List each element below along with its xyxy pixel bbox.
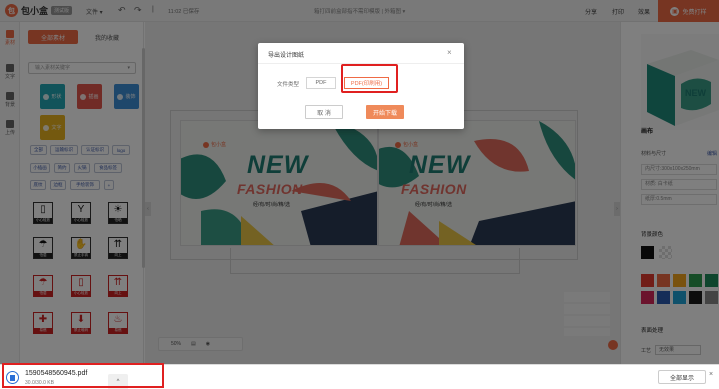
highlight-annotation — [2, 363, 164, 388]
close-icon[interactable]: × — [709, 371, 713, 378]
option-pdf[interactable]: PDF — [306, 77, 336, 89]
app-window: 包 包小盒 测试版 文件 ▾ ↶ ↷ | 11:02 已保存 箱打四前盒部指不需… — [0, 0, 719, 389]
start-download-button[interactable]: 开始下载 — [366, 105, 404, 119]
close-icon[interactable]: × — [447, 48, 452, 57]
cancel-button[interactable]: 取 消 — [305, 105, 343, 119]
dialog-title: 导出设计图纸 — [268, 53, 305, 59]
highlight-annotation — [341, 64, 398, 93]
file-type-label: 文件类型 — [277, 82, 300, 88]
show-all-button[interactable]: 全部显示 — [658, 370, 706, 384]
